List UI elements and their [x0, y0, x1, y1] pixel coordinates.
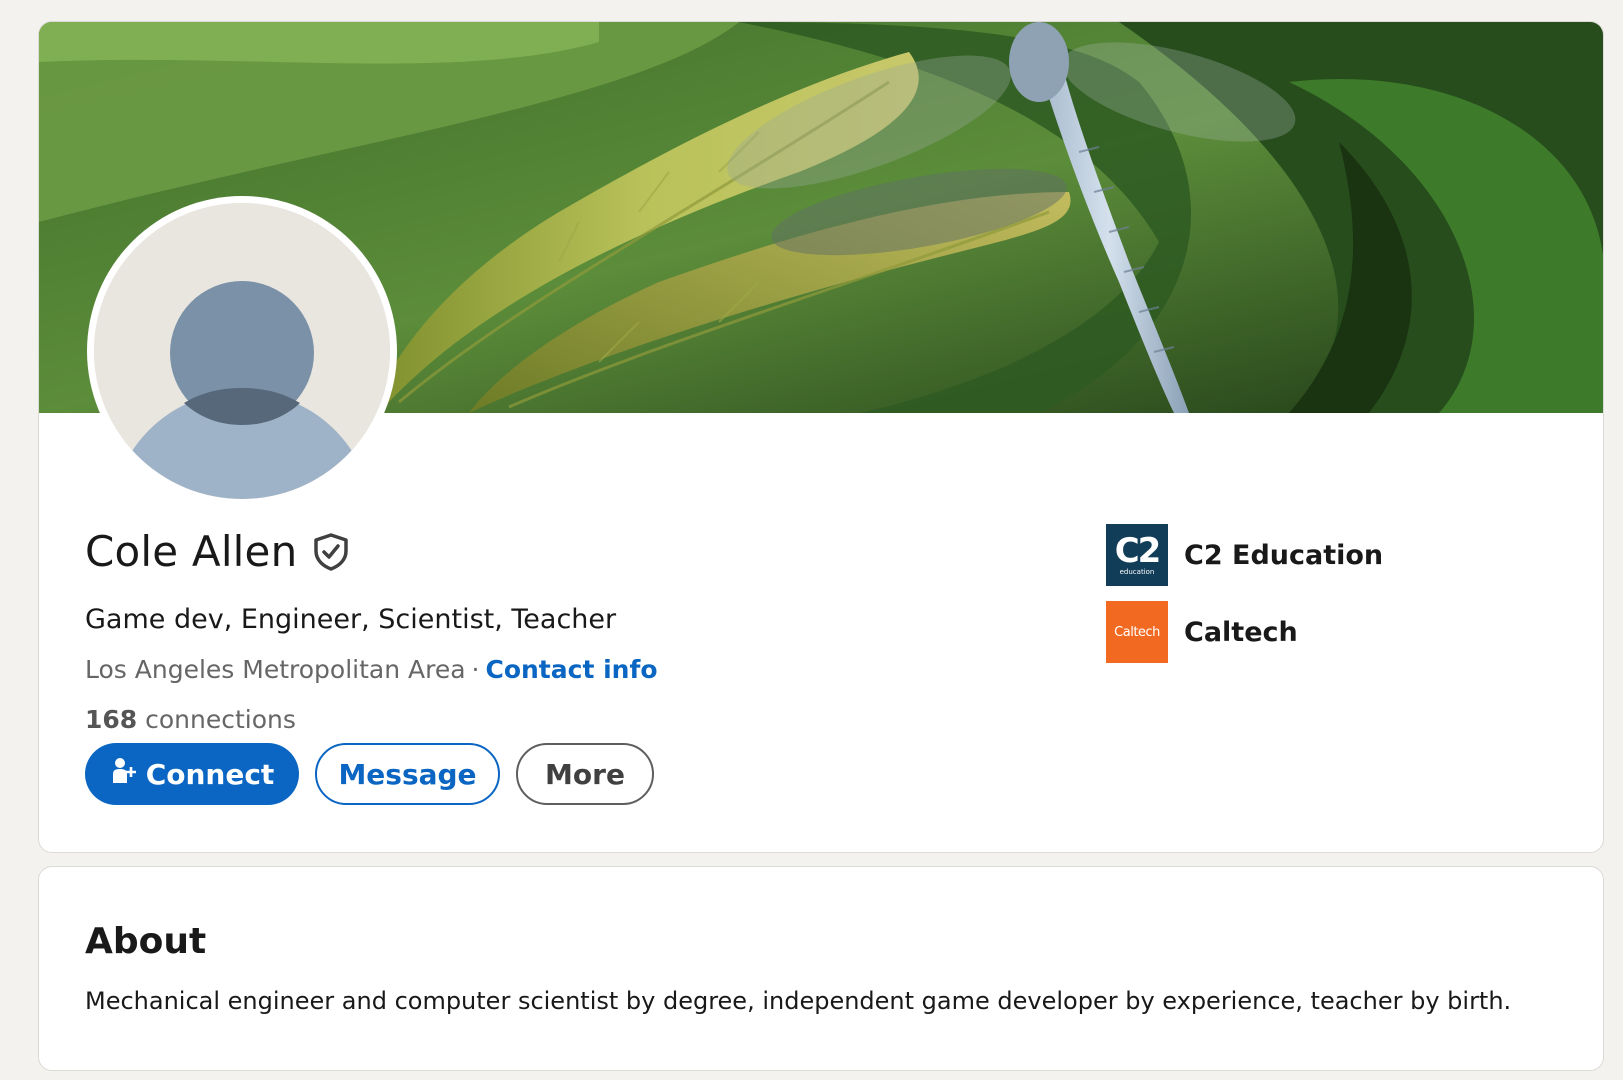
- connections-link[interactable]: 168 connections: [85, 705, 296, 734]
- affiliation-caltech[interactable]: Caltech Caltech: [1106, 601, 1383, 663]
- connections-label: connections: [145, 705, 296, 734]
- profile-avatar[interactable]: [87, 196, 397, 506]
- connections-count: 168: [85, 705, 138, 734]
- separator-dot: ·: [471, 655, 480, 684]
- message-button[interactable]: Message: [315, 743, 500, 805]
- more-button[interactable]: More: [516, 743, 654, 805]
- affiliation-name: C2 Education: [1184, 539, 1384, 571]
- affiliations-list: C2 education C2 Education Caltech Caltec…: [1106, 524, 1383, 678]
- profile-actions: Connect Message More: [85, 743, 654, 805]
- caltech-logo: Caltech: [1106, 601, 1168, 663]
- affiliation-name: Caltech: [1184, 616, 1298, 648]
- c2-education-logo: C2 education: [1106, 524, 1168, 586]
- connect-button[interactable]: Connect: [85, 743, 299, 805]
- about-title: About: [85, 921, 207, 962]
- profile-top-card: Cole Allen Game dev, Engineer, Scientist…: [38, 21, 1604, 853]
- profile-headline: Game dev, Engineer, Scientist, Teacher: [85, 604, 617, 635]
- about-card: About Mechanical engineer and computer s…: [38, 866, 1604, 1071]
- contact-info-link[interactable]: Contact info: [485, 655, 657, 684]
- profile-name: Cole Allen: [85, 527, 298, 576]
- connect-button-label: Connect: [145, 757, 275, 791]
- avatar-placeholder-icon: [94, 203, 390, 499]
- location-row: Los Angeles Metropolitan Area · Contact in…: [85, 655, 658, 684]
- shield-check-icon[interactable]: [313, 532, 353, 572]
- profile-location: Los Angeles Metropolitan Area: [85, 655, 466, 684]
- about-text: Mechanical engineer and computer scienti…: [85, 987, 1512, 1015]
- add-person-icon: [110, 757, 138, 792]
- affiliation-c2-education[interactable]: C2 education C2 Education: [1106, 524, 1383, 586]
